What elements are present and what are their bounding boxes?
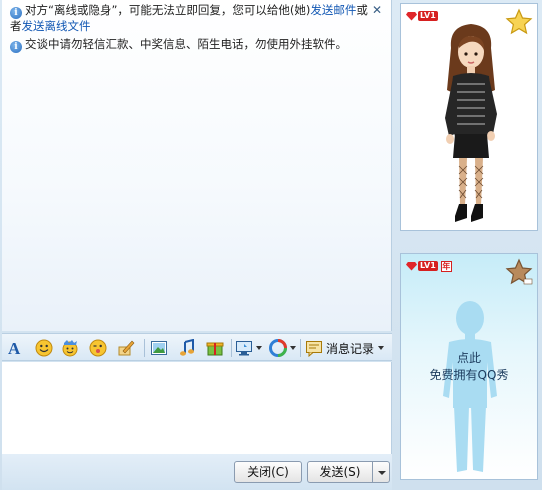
history-dropdown-arrow: [378, 346, 385, 350]
chevron-down-icon: [378, 471, 386, 475]
level-badge: LV1: [406, 10, 438, 22]
close-notice-icon[interactable]: ✕: [371, 4, 383, 16]
input-toolbar: A 消息记录: [2, 333, 392, 361]
my-avatar-panel[interactable]: LV1 年 点此 免费拥有QQ秀: [400, 253, 538, 480]
qq-show-dropdown-arrow[interactable]: [290, 346, 296, 350]
safety-notice: i 交谈中请勿轻信汇款、中奖信息、陌生电话，勿使用外挂软件。: [10, 37, 390, 53]
get-qq-show-link[interactable]: 点此 免费拥有QQ秀: [401, 350, 537, 384]
emoticon-icon[interactable]: [34, 338, 54, 358]
wink-icon[interactable]: [88, 338, 108, 358]
message-input[interactable]: [2, 362, 392, 454]
chat-column: i 对方“离线或隐身”，可能无法立即回复，您可以给他(她)发送邮件或者发送离线文件…: [0, 0, 394, 490]
magic-emoticon-icon[interactable]: [60, 338, 80, 358]
cta-line-1: 点此: [456, 351, 481, 365]
year-badge: 年: [440, 260, 452, 272]
message-history-button[interactable]: 消息记录: [305, 338, 385, 358]
info-icon: i: [10, 41, 22, 53]
toolbar-separator: [300, 339, 301, 357]
music-icon[interactable]: [177, 338, 197, 358]
offline-notice: i 对方“离线或隐身”，可能无法立即回复，您可以给他(她)发送邮件或者发送离线文件: [10, 3, 375, 34]
screenshot-dropdown-arrow[interactable]: [256, 346, 262, 350]
diamond-icon: [406, 261, 417, 271]
toolbar-separator: [144, 339, 145, 357]
qq-show-column: LV1 LV1 年 点此 免费拥有QQ秀: [396, 0, 542, 490]
send-button[interactable]: 发送(S): [307, 461, 373, 483]
send-offline-file-link[interactable]: 发送离线文件: [22, 19, 91, 33]
close-button[interactable]: 关闭(C): [234, 461, 302, 483]
screenshot-icon[interactable]: [234, 338, 254, 358]
avatar-figure: [445, 24, 497, 222]
scribble-icon[interactable]: [116, 338, 136, 358]
chat-window: i 对方“离线或隐身”，可能无法立即回复，您可以给他(她)发送邮件或者发送离线文件…: [0, 0, 542, 490]
font-icon[interactable]: A: [5, 338, 25, 358]
image-icon[interactable]: [149, 338, 169, 358]
level-badge: LV1 年: [406, 260, 452, 272]
peer-avatar-panel[interactable]: LV1: [400, 3, 538, 231]
cta-line-2: 免费拥有QQ秀: [429, 368, 509, 382]
gift-icon[interactable]: [205, 338, 225, 358]
avatar-silhouette: [443, 301, 497, 472]
diamond-icon: [406, 11, 417, 21]
action-bar: 关闭(C) 发送(S): [2, 454, 392, 490]
safety-notice-text: 交谈中请勿轻信汇款、中奖信息、陌生电话，勿使用外挂软件。: [25, 37, 347, 51]
svg-text:A: A: [8, 339, 21, 357]
send-mail-link[interactable]: 发送邮件: [310, 3, 356, 17]
toolbar-separator: [231, 339, 232, 357]
offline-notice-text: 对方“离线或隐身”，可能无法立即回复，您可以给他(她): [25, 3, 311, 17]
send-options-button[interactable]: [372, 461, 390, 483]
info-icon: i: [10, 7, 22, 19]
history-icon: [306, 341, 322, 357]
star-icon[interactable]: [505, 8, 533, 36]
message-history[interactable]: i 对方“离线或隐身”，可能无法立即回复，您可以给他(她)发送邮件或者发送离线文件…: [2, 0, 392, 331]
qq-show-icon[interactable]: [268, 338, 288, 358]
level-label: LV1: [418, 261, 438, 271]
history-button-label: 消息记录: [326, 341, 375, 356]
star-icon[interactable]: [505, 258, 533, 286]
